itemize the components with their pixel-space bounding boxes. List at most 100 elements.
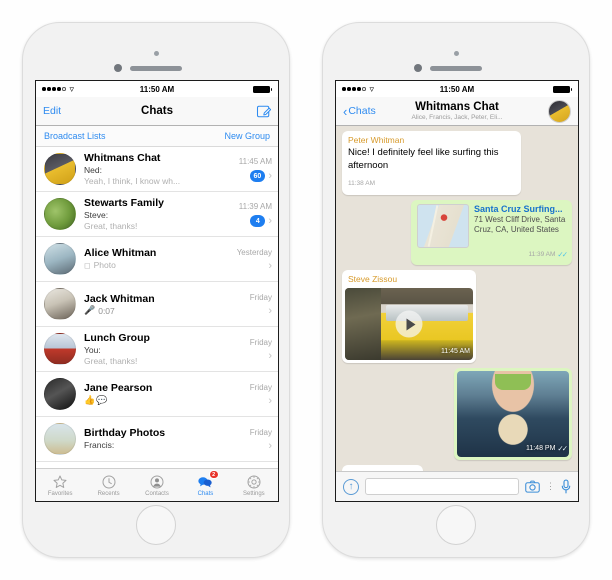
conversation-thread[interactable]: Peter Whitman Nice! I definitely feel li… <box>336 126 578 471</box>
message-content: Nice! I definitely feel like surfing thi… <box>348 147 515 191</box>
list-item[interactable]: Stewarts Family Steve: Great, thanks! 11… <box>36 192 278 237</box>
compose-icon <box>256 105 271 117</box>
list-item-body: Lunch Group You: Great, thanks! <box>84 332 246 367</box>
bubble: Peter Whitman Nice! I definitely feel li… <box>342 131 522 195</box>
iphone-left-device: ▿ 11:50 AM Edit Chats Broadcast Lists Ne… <box>22 22 290 558</box>
chat-preview: Great, thanks! <box>84 220 138 231</box>
microphone-icon: 🎤 <box>84 305 96 315</box>
avatar <box>44 198 76 230</box>
tab-bar: Favorites Recents Contacts 2 Chats Setti… <box>36 468 278 501</box>
left-navbar: Edit Chats <box>36 97 278 126</box>
list-item[interactable]: Jane Pearson 👍💬 Friday › <box>36 372 278 417</box>
chats-tab-badge: 2 <box>208 470 219 479</box>
list-item-meta: 11:45 AM 60 › <box>235 151 272 187</box>
message-bubble-incoming[interactable]: Peter Whitman Nice! I definitely feel li… <box>342 131 522 195</box>
list-item-body: Birthday Photos Francis: <box>84 427 246 451</box>
list-item[interactable]: Alice Whitman ◻ Photo Yesterday › <box>36 237 278 282</box>
list-subheader: Broadcast Lists New Group <box>36 126 278 147</box>
meta-bottom: 4 › <box>250 215 272 227</box>
home-button[interactable] <box>136 505 176 545</box>
list-item[interactable]: Birthday Photos Francis: Friday › <box>36 417 278 462</box>
navbar-title-wrap: Chats <box>36 105 278 117</box>
list-item-body: Stewarts Family Steve: Great, thanks! <box>84 197 235 232</box>
tab-label: Settings <box>242 490 265 497</box>
list-item-meta: 11:39 AM 4 › <box>235 196 272 232</box>
message-bubble-incoming[interactable]: Francis Whitman 😬😍🐵 11:49 PM <box>342 465 423 471</box>
status-bar-time: 11:50 AM <box>139 84 175 94</box>
screenshot-stage: ▿ 11:50 AM Edit Chats Broadcast Lists Ne… <box>0 0 612 580</box>
compose-button[interactable] <box>256 104 271 119</box>
message-time-row: 11:48 PM ✓✓ <box>526 443 568 456</box>
tab-chats[interactable]: 2 Chats <box>181 469 229 501</box>
list-item-body: Alice Whitman ◻ Photo <box>84 247 233 271</box>
attach-up-arrow-icon[interactable]: ↑ <box>343 478 359 495</box>
message-input[interactable] <box>365 478 519 495</box>
front-camera-icon <box>114 64 122 72</box>
meta-bottom: › <box>268 305 272 317</box>
left-status-bar: ▿ 11:50 AM <box>36 81 278 97</box>
star-icon <box>53 475 67 488</box>
message-time-row: 11:39 AM ✓✓ <box>417 249 567 262</box>
tab-favorites[interactable]: Favorites <box>36 469 84 501</box>
right-screen: ▿ 11:50 AM ‹ Chats Whitmans Chat Alice, … <box>335 80 579 502</box>
camera-icon: ◻ <box>84 261 91 270</box>
video-thumbnail[interactable]: 11:45 AM <box>345 288 473 360</box>
chat-title: Whitmans Chat <box>84 151 161 164</box>
unread-badge: 60 <box>249 170 266 182</box>
microphone-icon[interactable] <box>561 479 571 494</box>
tab-label: Favorites <box>47 490 73 497</box>
earpiece-speaker <box>430 66 482 71</box>
map-thumbnail <box>417 203 469 248</box>
home-button[interactable] <box>436 505 476 545</box>
left-screen: ▿ 11:50 AM Edit Chats Broadcast Lists Ne… <box>35 80 279 502</box>
proximity-sensor-icon <box>454 51 459 56</box>
list-item[interactable]: Jack Whitman 🎤 0:07 Friday › <box>36 282 278 327</box>
edit-button[interactable]: Edit <box>43 105 61 117</box>
message-sender: Steve Zissou <box>348 274 398 284</box>
right-status-bar: ▿ 11:50 AM <box>336 81 578 97</box>
group-avatar-button[interactable] <box>548 99 571 123</box>
bubble: Francis Whitman 😬😍🐵 11:49 PM <box>342 465 423 471</box>
message-bubble-incoming[interactable]: Steve Zissou 11:45 AM <box>342 270 476 363</box>
chat-title: Lunch Group <box>84 331 150 344</box>
status-bar-time: 11:50 AM <box>439 84 475 94</box>
bubble: Santa Cruz Surfing... 71 West Cliff Driv… <box>411 199 572 265</box>
chat-time: Yesterday <box>236 247 272 257</box>
chat-title: Birthday Photos <box>84 427 166 439</box>
location-address: 71 West Cliff Drive, Santa Cruz, CA, Uni… <box>474 214 566 235</box>
read-receipt-icon: ✓✓ <box>557 443 567 453</box>
tab-recents[interactable]: Recents <box>84 469 132 501</box>
back-button[interactable]: ‹ Chats <box>343 105 376 118</box>
chat-preview: 👍💬 <box>84 395 109 405</box>
location-card[interactable]: Santa Cruz Surfing... 71 West Cliff Driv… <box>417 203 566 248</box>
new-group-button[interactable]: New Group <box>224 131 270 141</box>
tab-label: Chats <box>197 490 214 497</box>
photo-thumbnail[interactable]: 11:48 PM ✓✓ <box>457 371 569 457</box>
message-sender: Francis Whitman <box>348 469 417 471</box>
list-item[interactable]: Whitmans Chat Ned: Yeah, I think, I know… <box>36 147 278 192</box>
chevron-right-icon: › <box>268 394 272 407</box>
tab-label: Recents <box>97 490 120 497</box>
tab-contacts[interactable]: Contacts <box>133 469 181 501</box>
location-text: Santa Cruz Surfing... 71 West Cliff Driv… <box>474 204 566 248</box>
message-bubble-outgoing[interactable]: Santa Cruz Surfing... 71 West Cliff Driv… <box>411 199 572 265</box>
message-bubble-outgoing[interactable]: 11:48 PM ✓✓ <box>454 368 572 460</box>
meta-bottom: › <box>268 440 272 452</box>
chat-list[interactable]: Whitmans Chat Ned: Yeah, I think, I know… <box>36 147 278 468</box>
play-icon[interactable] <box>395 310 423 338</box>
chevron-left-icon: ‹ <box>343 103 348 119</box>
avatar <box>44 153 76 185</box>
gear-icon <box>247 475 261 488</box>
front-camera-icon <box>414 64 422 72</box>
list-item-meta: Yesterday › <box>233 241 272 277</box>
camera-icon[interactable] <box>525 480 540 493</box>
right-navbar: ‹ Chats Whitmans Chat Alice, Francis, Ja… <box>336 97 578 126</box>
chat-time: 11:39 AM <box>238 202 272 211</box>
chat-preview: Photo <box>93 260 116 270</box>
list-item[interactable]: Lunch Group You: Great, thanks! Friday › <box>36 327 278 372</box>
tab-settings[interactable]: Settings <box>230 469 278 501</box>
voice-duration: 0:07 <box>98 305 115 316</box>
broadcast-lists-button[interactable]: Broadcast Lists <box>44 131 106 141</box>
avatar <box>548 99 571 123</box>
avatar <box>44 378 76 410</box>
